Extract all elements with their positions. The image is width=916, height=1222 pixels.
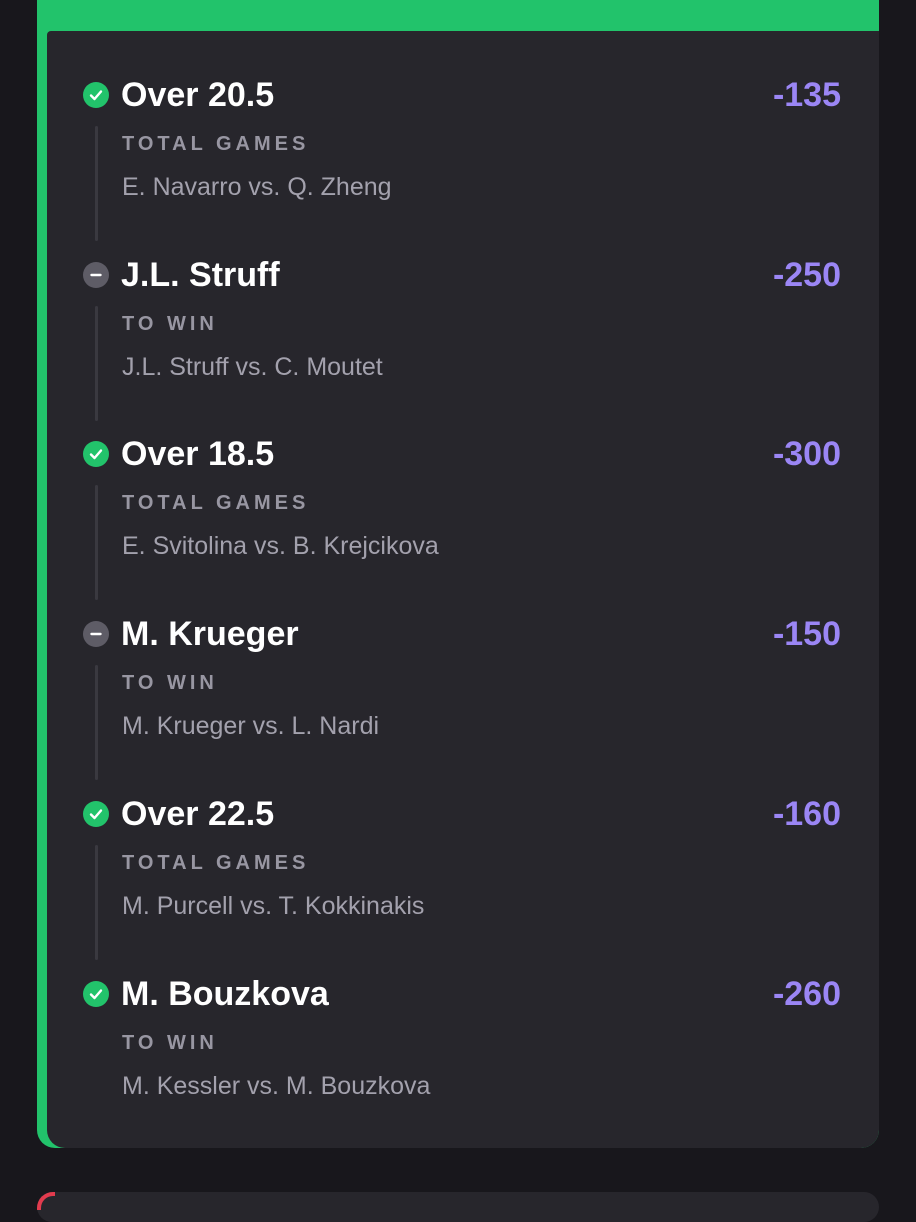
leg-odds: -160: [772, 795, 841, 833]
leg-selection: Over 20.5: [121, 76, 275, 114]
leg-market: TO WIN: [122, 672, 218, 694]
leg-selection: M. Bouzkova: [121, 975, 329, 1013]
leg-row[interactable]: M. Bouzkova -260 TO WIN M. Kessler vs. M…: [47, 930, 879, 1110]
leg-odds: -300: [772, 435, 841, 473]
next-bet-card[interactable]: [37, 1192, 879, 1222]
leg-selection: Over 18.5: [121, 435, 275, 473]
leg-market: TOTAL GAMES: [122, 492, 310, 514]
check-circle-icon: [83, 441, 109, 467]
leg-market: TOTAL GAMES: [122, 852, 310, 874]
leg-row[interactable]: M. Krueger -150 TO WIN M. Krueger vs. L.…: [47, 570, 879, 780]
leg-row[interactable]: Over 22.5 -160 TOTAL GAMES M. Purcell vs…: [47, 750, 879, 960]
check-circle-icon: [83, 82, 109, 108]
check-circle-icon: [83, 981, 109, 1007]
minus-circle-icon: [83, 262, 109, 288]
leg-odds: -150: [772, 615, 841, 653]
leg-row[interactable]: J.L. Struff -250 TO WIN J.L. Struff vs. …: [47, 211, 879, 421]
leg-matchup: E. Navarro vs. Q. Zheng: [122, 173, 392, 201]
leg-odds: -135: [772, 76, 841, 114]
leg-matchup: M. Kessler vs. M. Bouzkova: [122, 1072, 431, 1100]
leg-matchup: M. Purcell vs. T. Kokkinakis: [122, 892, 425, 920]
leg-market: TO WIN: [122, 1032, 218, 1054]
leg-row[interactable]: Over 18.5 -300 TOTAL GAMES E. Svitolina …: [47, 390, 879, 600]
leg-selection: J.L. Struff: [121, 256, 280, 294]
next-bet-card-accent: [37, 1192, 55, 1210]
leg-odds: -260: [772, 975, 841, 1013]
leg-selection: Over 22.5: [121, 795, 275, 833]
leg-selection: M. Krueger: [121, 615, 299, 653]
minus-circle-icon: [83, 621, 109, 647]
leg-matchup: M. Krueger vs. L. Nardi: [122, 712, 380, 740]
check-circle-icon: [83, 801, 109, 827]
leg-market: TOTAL GAMES: [122, 133, 310, 155]
leg-row[interactable]: Over 20.5 -135 TOTAL GAMES E. Navarro vs…: [47, 31, 879, 241]
leg-matchup: E. Svitolina vs. B. Krejcikova: [122, 532, 439, 560]
parlay-legs-card[interactable]: Over 20.5 -135 TOTAL GAMES E. Navarro vs…: [47, 31, 879, 1148]
leg-matchup: J.L. Struff vs. C. Moutet: [122, 353, 383, 381]
leg-market: TO WIN: [122, 313, 218, 335]
leg-odds: -250: [772, 256, 841, 294]
